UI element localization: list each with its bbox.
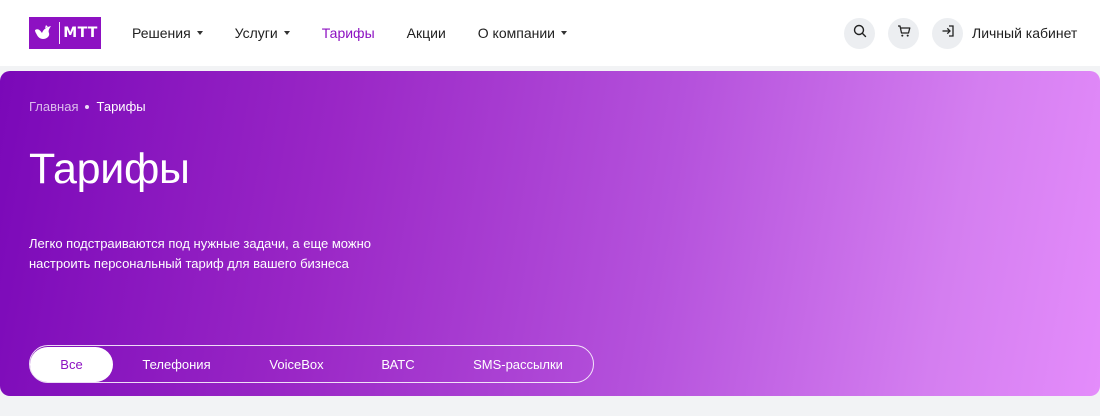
login-icon: [941, 24, 955, 43]
tab-sms-mailing[interactable]: SMS-рассылки: [443, 347, 593, 382]
nav-item-promotions[interactable]: Акции: [407, 25, 446, 41]
main-nav: Решения Услуги Тарифы Акции О компании: [132, 0, 599, 66]
bird-logo-icon: [29, 17, 59, 49]
logo-wordmark: МТТ: [63, 25, 98, 41]
search-button[interactable]: [844, 18, 875, 49]
search-icon: [853, 24, 867, 43]
tariff-filter-tabs: Все Телефония VoiceBox ВАТС SMS-рассылки: [29, 345, 594, 383]
tab-vpbx[interactable]: ВАТС: [353, 347, 443, 382]
hero-banner: Главная Тарифы Тарифы Легко подстраивают…: [0, 71, 1100, 396]
mtt-logo[interactable]: МТТ: [29, 17, 101, 49]
breadcrumb-separator-dot: [85, 104, 90, 109]
nav-item-tariffs[interactable]: Тарифы: [322, 25, 375, 41]
chevron-down-icon: [283, 31, 290, 35]
tab-telephony[interactable]: Телефония: [113, 347, 240, 382]
breadcrumb-home-link[interactable]: Главная: [29, 99, 78, 114]
nav-item-label: Услуги: [234, 25, 278, 41]
nav-item-label: Решения: [132, 25, 191, 41]
nav-item-solutions[interactable]: Решения: [132, 25, 203, 41]
breadcrumb-current: Тарифы: [96, 99, 146, 114]
page-title: Тарифы: [29, 145, 190, 193]
nav-item-services[interactable]: Услуги: [235, 25, 290, 41]
personal-cabinet-link[interactable]: Личный кабинет: [972, 0, 1077, 66]
chevron-down-icon: [196, 31, 203, 35]
tab-all[interactable]: Все: [30, 346, 113, 382]
cart-icon: [897, 24, 911, 43]
nav-item-label: О компании: [477, 25, 555, 41]
site-header: МТТ Решения Услуги Тарифы Акции О компан…: [0, 0, 1100, 66]
breadcrumb: Главная Тарифы: [29, 99, 146, 114]
chevron-down-icon: [560, 31, 567, 35]
nav-item-about[interactable]: О компании: [478, 25, 567, 41]
nav-item-label: Акции: [406, 25, 446, 41]
login-button[interactable]: [932, 18, 963, 49]
cart-button[interactable]: [888, 18, 919, 49]
nav-item-label: Тарифы: [321, 25, 375, 41]
tab-voicebox[interactable]: VoiceBox: [240, 347, 353, 382]
hero-description: Легко подстраиваются под нужные задачи, …: [29, 236, 371, 271]
